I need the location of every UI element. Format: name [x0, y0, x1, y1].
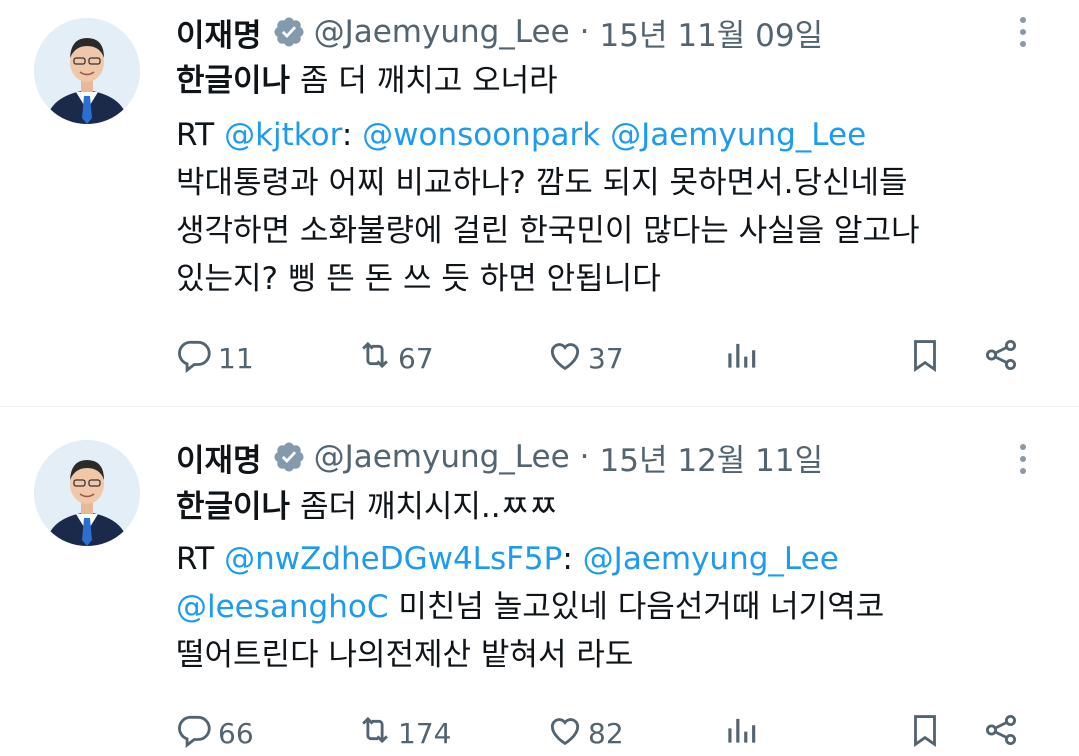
avatar[interactable] — [34, 18, 140, 124]
bookmark-button[interactable] — [906, 710, 944, 756]
text-line: 박대통령과 어찌 비교하나? 깜도 되지 못하면서.당신네들 — [176, 165, 908, 201]
views-button[interactable] — [722, 710, 760, 756]
reply-button[interactable]: 11 — [176, 335, 254, 381]
tweet-text: 한글이나 좀더 깨치시지..ㅉㅉ RT @nwZdheDGw4LsF5P: @J… — [176, 483, 1056, 679]
share-button[interactable] — [982, 335, 1020, 381]
tweet-header: 이재명 @Jaemyung_Lee · 15년 11월 09일 — [176, 10, 824, 55]
mention-link[interactable]: @Jaemyung_Lee — [610, 117, 866, 153]
bookmark-icon — [906, 336, 944, 381]
text-line: 있는지? 삥 뜬 돈 쓰 듯 하면 안됩니다 — [176, 261, 661, 297]
views-icon — [722, 711, 760, 756]
hashtag-bold: 한글이나 — [176, 489, 291, 525]
retweet-count: 67 — [398, 341, 434, 375]
more-options-icon[interactable] — [1016, 439, 1030, 479]
like-count: 82 — [588, 716, 624, 750]
reply-count: 66 — [218, 716, 254, 750]
bookmark-icon — [906, 711, 944, 756]
text-segment: : — [562, 541, 583, 577]
author-handle[interactable]: @Jaemyung_Lee — [314, 439, 570, 475]
tweet-date[interactable]: 15년 11월 09일 — [600, 10, 824, 55]
text-line: 생각하면 소화불량에 걸린 한국민이 많다는 사실을 알고나 — [176, 213, 920, 249]
views-icon — [722, 336, 760, 381]
tweet-date[interactable]: 15년 12월 11일 — [600, 435, 824, 480]
separator: · — [579, 439, 590, 475]
mention-link[interactable]: @leesanghoC — [176, 589, 389, 625]
text-segment: 좀더 깨치시지..ㅉㅉ — [290, 489, 558, 525]
reply-button[interactable]: 66 — [176, 710, 254, 756]
tweet-2[interactable]: 이재명 @Jaemyung_Lee · 15년 12월 11일 한글이나 좀더 … — [0, 407, 1079, 750]
more-options-icon[interactable] — [1016, 12, 1030, 52]
text-segment: 좀 더 깨치고 오너라 — [290, 63, 558, 99]
share-icon — [982, 711, 1020, 756]
rt-prefix: RT — [176, 541, 225, 577]
rt-prefix: RT — [176, 117, 225, 153]
like-button[interactable]: 37 — [546, 335, 624, 381]
mention-link[interactable]: @kjtkor — [224, 117, 342, 153]
tweet-text: 한글이나 좀 더 깨치고 오너라 RT @kjtkor: @wonsoonpar… — [176, 57, 1056, 303]
like-button[interactable]: 82 — [546, 710, 624, 756]
hashtag-bold: 한글이나 — [176, 63, 291, 99]
text-line: 떨어트린다 나의전제산 밭혀서 라도 — [176, 637, 634, 673]
share-icon — [982, 336, 1020, 381]
tweet-actions: 11 67 37 — [176, 335, 1036, 381]
separator: · — [579, 14, 590, 50]
views-button[interactable] — [722, 335, 760, 381]
heart-icon — [546, 336, 584, 381]
text-segment: 미친넘 놀고있네 다음선거때 너기역코 — [388, 589, 885, 625]
retweet-button[interactable]: 67 — [356, 335, 434, 381]
verified-badge-icon — [272, 440, 306, 474]
like-count: 37 — [588, 341, 624, 375]
reply-count: 11 — [218, 341, 254, 375]
author-handle[interactable]: @Jaemyung_Lee — [314, 14, 570, 50]
retweet-count: 174 — [398, 716, 452, 750]
verified-badge-icon — [272, 15, 306, 49]
bookmark-button[interactable] — [906, 335, 944, 381]
author-name[interactable]: 이재명 — [176, 435, 262, 480]
retweet-icon — [356, 711, 394, 756]
retweet-button[interactable]: 174 — [356, 710, 451, 756]
reply-icon — [176, 711, 214, 756]
tweet-header: 이재명 @Jaemyung_Lee · 15년 12월 11일 — [176, 435, 824, 480]
retweet-icon — [356, 336, 394, 381]
tweet-actions: 66 174 82 — [176, 710, 1036, 756]
mention-link[interactable]: @nwZdheDGw4LsF5P — [224, 541, 562, 577]
share-button[interactable] — [982, 710, 1020, 756]
text-segment — [600, 117, 610, 153]
author-name[interactable]: 이재명 — [176, 10, 262, 55]
avatar[interactable] — [34, 440, 140, 546]
mention-link[interactable]: @wonsoonpark — [362, 117, 600, 153]
reply-icon — [176, 336, 214, 381]
text-segment: : — [341, 117, 363, 153]
heart-icon — [546, 711, 584, 756]
mention-link[interactable]: @Jaemyung_Lee — [583, 541, 839, 577]
tweet-1[interactable]: 이재명 @Jaemyung_Lee · 15년 11월 09일 한글이나 좀 더… — [0, 0, 1079, 406]
